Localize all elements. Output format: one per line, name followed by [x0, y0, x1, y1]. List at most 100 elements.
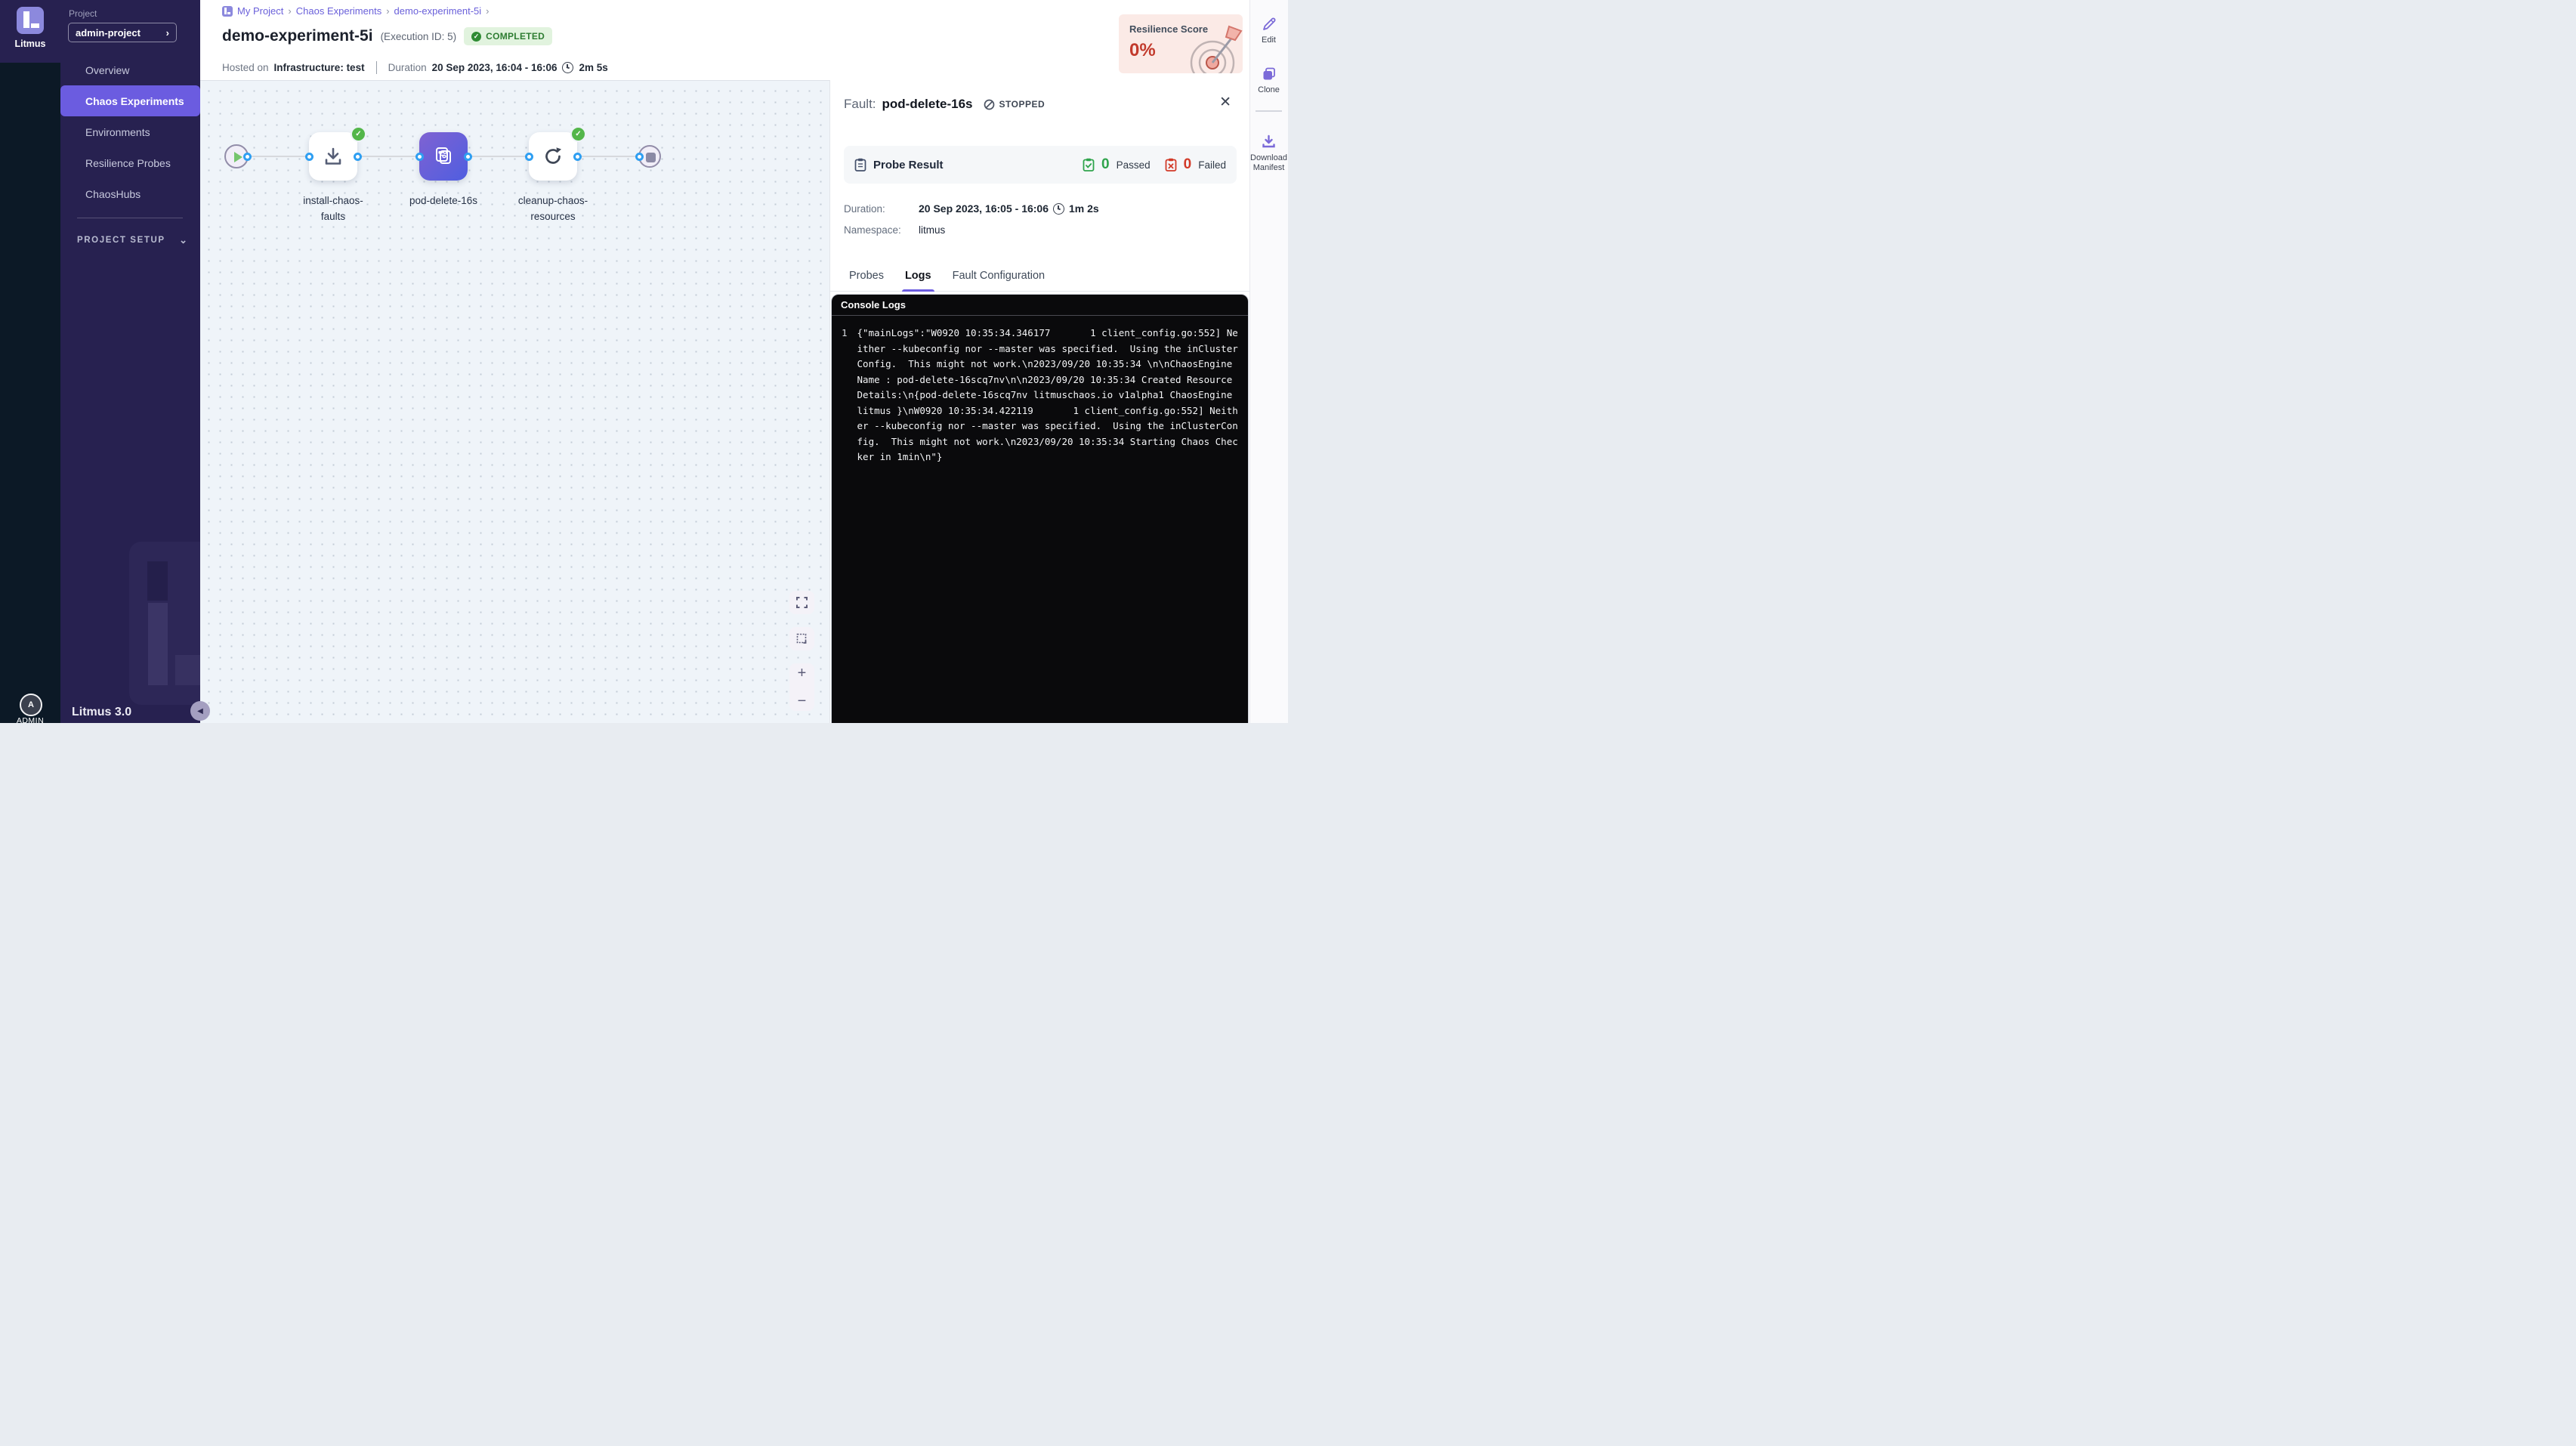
node-label: pod-delete-16s [398, 193, 489, 209]
download-icon [1261, 134, 1277, 150]
duration-row: Duration: 20 Sep 2023, 16:05 - 16:06 1m … [844, 202, 1099, 215]
project-setup-toggle[interactable]: PROJECT SETUP ⌄ [77, 234, 187, 246]
tab-probes[interactable]: Probes [849, 260, 884, 292]
download-manifest-button[interactable]: Download Manifest [1249, 134, 1288, 173]
port[interactable] [464, 153, 472, 161]
log-text: {"mainLogs":"W0920 10:35:34.346177 1 cli… [857, 326, 1239, 465]
edge [468, 156, 529, 157]
refresh-icon [542, 145, 564, 168]
clock-icon [562, 62, 573, 73]
fault-name: pod-delete-16s [882, 97, 973, 112]
probe-result-box: Probe Result 0 Passed 0 Failed [844, 146, 1237, 184]
expand-icon [796, 597, 808, 608]
project-name: admin-project [76, 27, 141, 39]
edit-button[interactable]: Edit [1249, 17, 1288, 45]
port[interactable] [415, 153, 424, 161]
edge [577, 156, 639, 157]
duration-value: 20 Sep 2023, 16:04 - 16:06 [432, 62, 558, 73]
console-logs-title: Console Logs [832, 295, 1248, 316]
zoom-out-button[interactable]: − [798, 693, 807, 710]
sidebar-item-chaos-experiments[interactable]: Chaos Experiments [60, 85, 200, 116]
failed-count: 0 [1184, 156, 1192, 173]
failed-label: Failed [1198, 159, 1226, 171]
rail-divider [1256, 110, 1282, 112]
console-logs-panel: Console Logs 1 {"mainLogs":"W0920 10:35:… [831, 294, 1249, 723]
logo-rail [0, 0, 60, 723]
breadcrumb-experiment[interactable]: demo-experiment-5i [394, 5, 482, 17]
sidebar-item-chaoshubs[interactable]: ChaosHubs [60, 178, 200, 209]
success-check-icon: ✓ [570, 126, 586, 142]
page-title: demo-experiment-5i [222, 27, 373, 45]
resilience-score-value: 0% [1129, 40, 1156, 61]
breadcrumb-chaos-experiments[interactable]: Chaos Experiments [296, 5, 381, 17]
log-line-number: 1 [842, 326, 848, 465]
install-icon [322, 145, 344, 168]
passed-count: 0 [1101, 156, 1110, 173]
chaos-fault-icon [431, 144, 456, 168]
sidebar-item-resilience-probes[interactable]: Resilience Probes [60, 147, 200, 178]
node-label: install-chaos-faults [288, 193, 378, 224]
sidebar: Project admin-project › Overview Chaos E… [60, 0, 200, 723]
project-select[interactable]: admin-project › [68, 23, 177, 42]
success-check-icon: ✓ [351, 126, 366, 142]
node-cleanup-chaos-resources[interactable] [529, 132, 577, 181]
litmus-logo-icon [17, 7, 44, 34]
passed-clipboard-icon [1083, 158, 1095, 171]
clone-icon [1262, 66, 1277, 82]
namespace-value: litmus [919, 224, 945, 236]
admin-label: ADMIN [0, 716, 60, 723]
experiment-meta: Hosted on Infrastructure: test Duration … [222, 61, 608, 74]
breadcrumb-logo-icon [222, 6, 233, 17]
status-badge: ✓ COMPLETED [464, 27, 552, 45]
experiment-canvas[interactable]: ✓ install-chaos-faults pod-delete-16s ✓ … [200, 81, 831, 723]
breadcrumb: My Project › Chaos Experiments › demo-ex… [222, 5, 490, 17]
port[interactable] [573, 153, 582, 161]
select-area-button[interactable] [789, 627, 814, 650]
port[interactable] [243, 153, 252, 161]
stop-icon [646, 153, 656, 162]
port[interactable] [635, 153, 644, 161]
action-rail [1249, 0, 1288, 723]
logo-word: Litmus [15, 39, 46, 49]
fault-detail-panel: Fault: pod-delete-16s STOPPED ✕ Probe Re… [829, 80, 1249, 723]
resilience-score-card: Resilience Score 0% [1119, 14, 1243, 73]
clone-button[interactable]: Clone [1249, 66, 1288, 95]
fault-label: Fault: [844, 97, 876, 112]
port[interactable] [305, 153, 314, 161]
breadcrumb-my-project[interactable]: My Project [237, 5, 283, 17]
zoom-in-button[interactable]: + [798, 665, 807, 682]
sidebar-item-environments[interactable]: Environments [60, 116, 200, 147]
fault-duration-value: 20 Sep 2023, 16:05 - 16:06 [919, 202, 1049, 215]
logo-block[interactable]: Litmus [0, 0, 60, 63]
sidebar-item-overview[interactable]: Overview [60, 54, 200, 85]
fault-status: STOPPED [984, 99, 1046, 110]
fault-duration-time: 1m 2s [1069, 202, 1099, 215]
target-illustration [1182, 23, 1243, 73]
tab-fault-configuration[interactable]: Fault Configuration [953, 260, 1046, 292]
passed-label: Passed [1117, 159, 1151, 171]
clock-icon [1053, 203, 1064, 215]
fault-tabs: Probes Logs Fault Configuration [830, 260, 1250, 292]
fit-view-button[interactable] [789, 591, 814, 614]
close-icon[interactable]: ✕ [1219, 95, 1231, 110]
play-icon [234, 152, 242, 162]
namespace-row: Namespace: litmus [844, 224, 945, 236]
header-border [200, 80, 831, 81]
sidebar-nav: Overview Chaos Experiments Environments … [60, 54, 200, 209]
chevron-down-icon: ⌄ [179, 234, 187, 246]
zoom-controls: + − [789, 663, 814, 711]
port[interactable] [354, 153, 362, 161]
tab-logs[interactable]: Logs [905, 260, 931, 292]
marquee-select-icon [796, 633, 808, 644]
stopped-icon [984, 99, 995, 110]
port[interactable] [525, 153, 533, 161]
node-pod-delete-16s[interactable] [419, 132, 468, 181]
divider [376, 61, 377, 74]
node-label: cleanup-chaos-resources [508, 193, 598, 224]
avatar[interactable]: A [20, 694, 42, 716]
node-install-chaos-faults[interactable] [309, 132, 357, 181]
chevron-right-icon: › [166, 27, 169, 39]
sidebar-collapse-button[interactable]: ◀ [190, 701, 210, 721]
duration-time: 2m 5s [579, 62, 607, 73]
litmus-app: Litmus A ADMIN Project admin-project › O… [0, 0, 1288, 723]
